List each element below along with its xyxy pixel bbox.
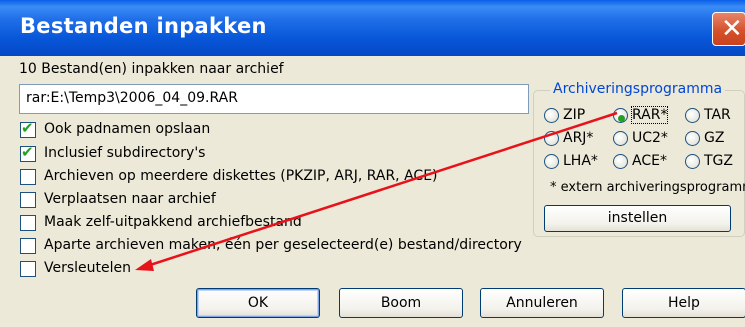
radio-label: ZIP <box>563 107 586 123</box>
archive-path-input[interactable]: rar:E:\Temp3\2006_04_09.RAR <box>19 84 529 114</box>
external-packer-note: * extern archiveringsprogramma <box>550 180 745 195</box>
arrow-head-icon <box>135 259 154 271</box>
radio-label: RAR* <box>630 106 669 124</box>
radio-label: GZ <box>704 130 725 146</box>
radio-button[interactable] <box>613 131 628 146</box>
option-label: Inclusief subdirectory's <box>44 145 206 161</box>
radio-label: ACE* <box>632 153 667 169</box>
option-label: Archieven op meerdere diskettes (PKZIP, … <box>44 168 438 184</box>
cancel-button[interactable]: Annuleren <box>480 288 604 318</box>
radio-button[interactable] <box>544 154 559 169</box>
checkbox[interactable] <box>20 215 36 231</box>
archive-label: 10 Bestand(en) inpakken naar archief <box>19 61 284 77</box>
option-label: Versleutelen <box>44 260 132 276</box>
checkbox[interactable]: ✔ <box>20 119 36 138</box>
tree-button[interactable]: Boom <box>339 288 463 318</box>
close-icon: ✕ <box>721 14 743 44</box>
radio-selected-dot <box>618 115 625 122</box>
radio-label: LHA* <box>563 153 598 169</box>
option-label: Ook padnamen opslaan <box>44 121 211 137</box>
radio-button[interactable] <box>613 108 628 123</box>
checkbox[interactable] <box>20 261 36 277</box>
checkbox[interactable] <box>20 238 36 254</box>
checkmark-icon: ✔ <box>21 143 34 161</box>
radio-button[interactable] <box>544 108 559 123</box>
option-label: Maak zelf-uitpakkend archiefbestand <box>44 214 302 230</box>
radio-label: UC2* <box>632 130 668 146</box>
checkmark-icon: ✔ <box>21 119 34 137</box>
dialog-title: Bestanden inpakken <box>20 14 267 38</box>
pack-files-dialog: Bestanden inpakken ✕ 10 Bestand(en) inpa… <box>0 0 745 327</box>
title-bar[interactable]: Bestanden inpakken ✕ <box>0 0 745 56</box>
checkbox[interactable] <box>20 192 36 208</box>
radio-label: TGZ <box>704 153 733 169</box>
radio-label: TAR <box>704 107 731 123</box>
radio-button[interactable] <box>685 154 700 169</box>
setup-button[interactable]: instellen <box>544 205 731 232</box>
radio-button[interactable] <box>685 108 700 123</box>
radio-button[interactable] <box>544 131 559 146</box>
option-label: Aparte archieven maken, één per geselect… <box>44 237 522 253</box>
checkbox[interactable] <box>20 169 36 185</box>
radio-button[interactable] <box>613 154 628 169</box>
radio-label: ARJ* <box>563 130 594 146</box>
packer-group-title: Archiveringsprogramma <box>550 81 726 97</box>
radio-button[interactable] <box>685 131 700 146</box>
option-label: Verplaatsen naar archief <box>44 191 216 207</box>
checkbox[interactable]: ✔ <box>20 143 36 162</box>
close-button[interactable]: ✕ <box>712 12 745 46</box>
ok-button[interactable]: OK <box>196 288 320 318</box>
help-button[interactable]: Help <box>622 288 745 318</box>
